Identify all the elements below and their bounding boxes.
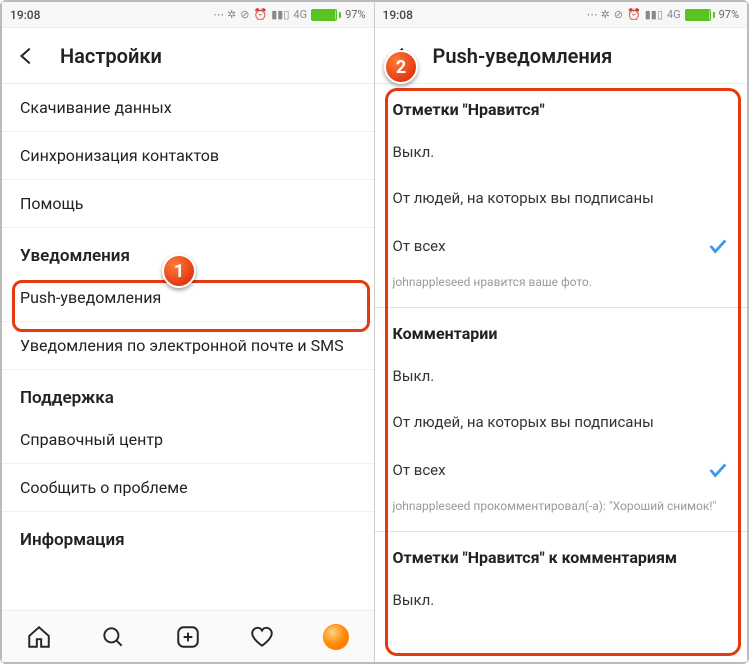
clock: 19:08 — [10, 8, 40, 22]
status-bar: 19:08 ⋯ ✲ ⊘ ⏰ ▮▮▯ 4G 97% — [375, 2, 748, 28]
battery-pct: 97% — [345, 8, 365, 21]
header: Настройки — [2, 28, 374, 84]
signal-icon: ▮▮▯ — [645, 8, 663, 21]
bottom-nav — [2, 610, 374, 662]
page-title: Настройки — [60, 44, 162, 68]
likes-option-following[interactable]: От людей, на которых вы подписаны — [375, 175, 748, 221]
row-help[interactable]: Помощь — [2, 180, 374, 228]
clock: 19:08 — [383, 8, 413, 22]
annotation-badge-1: 1 — [162, 254, 196, 288]
battery-icon — [685, 9, 715, 21]
heart-icon[interactable] — [249, 624, 275, 650]
search-icon[interactable] — [100, 624, 126, 650]
comments-option-everyone[interactable]: От всех — [375, 445, 748, 495]
row-sync-contacts[interactable]: Синхронизация контактов — [2, 132, 374, 180]
back-icon[interactable] — [16, 45, 38, 67]
home-icon[interactable] — [26, 624, 52, 650]
dnd-icon: ⊘ — [240, 8, 249, 21]
battery-icon — [311, 9, 341, 21]
comment-likes-option-off[interactable]: Выкл. — [375, 577, 748, 623]
section-info: Информация — [2, 512, 374, 558]
settings-list[interactable]: Скачивание данных Синхронизация контакто… — [2, 84, 374, 610]
bluetooth-icon: ✲ — [227, 8, 236, 21]
network-type: 4G — [667, 8, 681, 21]
page-title: Push-уведомления — [433, 44, 613, 68]
settings-screen: 19:08 ⋯ ✲ ⊘ ⏰ ▮▮▯ 4G 97% Настройки Скачи… — [2, 2, 375, 662]
signal-icon: ▮▮▯ — [271, 8, 289, 21]
likes-caption: johnappleseed нравится ваше фото. — [375, 271, 748, 303]
comments-option-off[interactable]: Выкл. — [375, 353, 748, 399]
menu-dots-icon: ⋯ — [587, 8, 597, 21]
push-notifications-screen: 19:08 ⋯ ✲ ⊘ ⏰ ▮▮▯ 4G 97% Push-уведомлени… — [375, 2, 748, 662]
alarm-icon: ⏰ — [254, 8, 268, 21]
comments-option-following[interactable]: От людей, на которых вы подписаны — [375, 399, 748, 445]
battery-pct: 97% — [719, 8, 739, 21]
comments-caption: johnappleseed прокомментировал(-а): "Хор… — [375, 495, 748, 527]
header: Push-уведомления — [375, 28, 748, 84]
profile-icon[interactable] — [323, 624, 349, 650]
menu-dots-icon: ⋯ — [213, 8, 223, 21]
likes-option-off[interactable]: Выкл. — [375, 129, 748, 175]
dnd-icon: ⊘ — [614, 8, 623, 21]
likes-option-everyone[interactable]: От всех — [375, 221, 748, 271]
checkmark-icon — [707, 459, 729, 481]
section-support: Поддержка — [2, 370, 374, 416]
status-bar: 19:08 ⋯ ✲ ⊘ ⏰ ▮▮▯ 4G 97% — [2, 2, 374, 28]
checkmark-icon — [707, 235, 729, 257]
row-report-problem[interactable]: Сообщить о проблеме — [2, 464, 374, 512]
push-settings-list[interactable]: Отметки "Нравится" Выкл. От людей, на ко… — [375, 84, 748, 662]
group-comments-heading: Комментарии — [375, 308, 748, 353]
row-email-sms[interactable]: Уведомления по электронной почте и SMS — [2, 322, 374, 370]
alarm-icon: ⏰ — [627, 8, 641, 21]
add-post-icon[interactable] — [175, 624, 201, 650]
annotation-badge-2: 2 — [384, 50, 418, 84]
group-likes-heading: Отметки "Нравится" — [375, 84, 748, 129]
group-comment-likes-heading: Отметки "Нравится" к комментариям — [375, 532, 748, 577]
row-help-center[interactable]: Справочный центр — [2, 416, 374, 464]
network-type: 4G — [293, 8, 307, 21]
bluetooth-icon: ✲ — [601, 8, 610, 21]
row-download-data[interactable]: Скачивание данных — [2, 84, 374, 132]
